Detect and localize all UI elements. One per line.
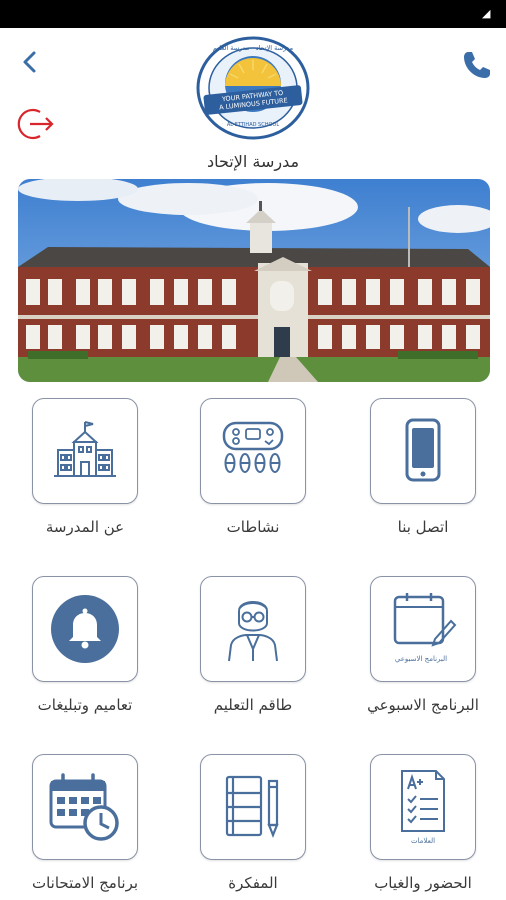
status-bar: ◢	[0, 0, 506, 28]
menu-tile-box[interactable]	[32, 398, 138, 504]
menu-attendance[interactable]: العلامات الحضور والغياب	[348, 754, 498, 900]
menu-label: المفكرة	[228, 874, 278, 892]
menu-notebook[interactable]: المفكرة	[178, 754, 328, 900]
menu-label: برنامج الامتحانات	[31, 874, 139, 892]
bell-icon	[51, 595, 119, 663]
menu-label: البرنامج الاسبوعي	[367, 696, 479, 714]
menu-label: طاقم التعليم	[213, 696, 293, 714]
logo-arc-text: مدرسة الإتحاد - مدرسة العليم	[213, 44, 293, 52]
menu-exam-schedule[interactable]: برنامج الامتحانات	[10, 754, 160, 900]
calendar-clock-icon	[49, 773, 119, 841]
signal-icon: ◢	[482, 7, 491, 20]
menu-label: تعاميم وتبليغات	[37, 696, 133, 714]
menu-tile-box[interactable]	[32, 754, 138, 860]
menu-tile-box[interactable]	[370, 398, 476, 504]
weekly-schedule-caption: البرنامج الاسبوعي	[395, 655, 447, 663]
school-logo: YOUR PATHWAY TO A LUMINOUS FUTURE AL-ETT…	[194, 36, 312, 144]
grades-caption: العلامات	[411, 837, 435, 845]
school-photo	[18, 179, 490, 382]
menu-tile-box[interactable]: العلامات	[370, 754, 476, 860]
school-building-icon	[54, 421, 116, 477]
menu-announcements[interactable]: تعاميم وتبليغات	[10, 576, 160, 736]
menu-about-school[interactable]: عن المدرسة	[10, 398, 160, 558]
phone-icon	[464, 52, 490, 78]
menu-label: الحضور والغياب	[374, 874, 472, 892]
menu-weekly-schedule[interactable]: البرنامج الاسبوعي البرنامج الاسبوعي	[348, 576, 498, 736]
back-button[interactable]	[16, 48, 44, 76]
teacher-icon	[228, 601, 278, 662]
menu-tile-box[interactable]: البرنامج الاسبوعي	[370, 576, 476, 682]
logo-bottom-text: AL-ETTIHAD SCHOOL	[227, 122, 279, 128]
menu-activities[interactable]: نشاطات	[178, 398, 328, 558]
call-button[interactable]	[460, 48, 494, 82]
menu-label: اتصل بنا	[397, 518, 449, 536]
header: YOUR PATHWAY TO A LUMINOUS FUTURE AL-ETT…	[0, 28, 506, 178]
logout-button[interactable]	[16, 106, 56, 142]
menu-tile-box[interactable]	[200, 576, 306, 682]
menu-label: عن المدرسة	[45, 518, 125, 536]
weekly-schedule-icon: البرنامج الاسبوعي	[393, 593, 457, 663]
menu-tile-box[interactable]	[32, 576, 138, 682]
menu-contact-us[interactable]: اتصل بنا	[348, 398, 498, 558]
school-name: مدرسة الإتحاد	[206, 152, 300, 171]
notebook-icon	[225, 775, 279, 838]
grades-checklist-icon: العلامات	[401, 770, 445, 845]
menu-tile-box[interactable]	[200, 398, 306, 504]
menu-label: نشاطات	[226, 518, 280, 536]
menu-tile-box[interactable]	[200, 754, 306, 860]
mobile-phone-icon	[405, 418, 441, 482]
activities-icon	[222, 421, 284, 473]
logout-icon	[17, 108, 54, 140]
menu-teaching-staff[interactable]: طاقم التعليم	[178, 576, 328, 736]
chevron-left-icon	[23, 51, 36, 73]
